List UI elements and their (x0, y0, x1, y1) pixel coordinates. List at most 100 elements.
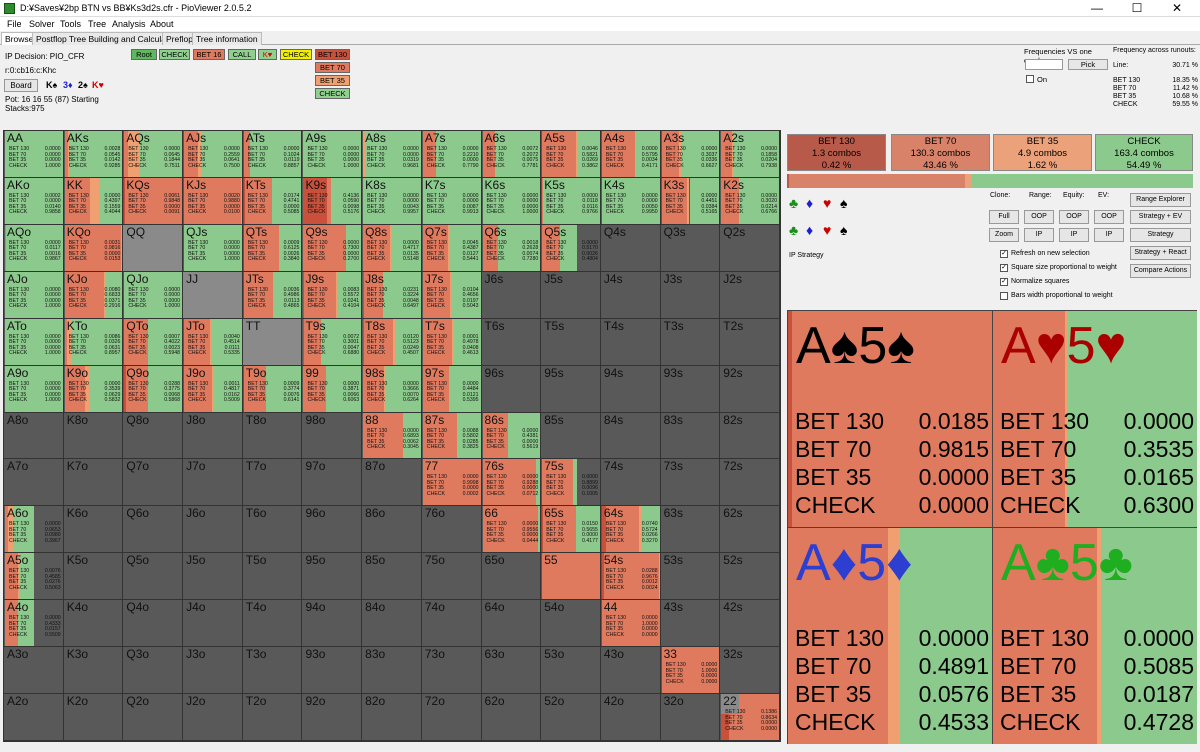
hand-cell-aqs[interactable]: AQs BET 130 0.0000 BET 70 0.0645 BET 35 0.1844… (123, 131, 184, 178)
action-check[interactable]: CHECK (159, 49, 190, 60)
hand-cell-76o[interactable]: 76o (421, 506, 482, 554)
hand-cell-q7s[interactable]: Q7s BET 130 0.0045 BET 70 0.4387 BET 35 0.0127… (421, 224, 482, 272)
hand-cell-98s[interactable]: 98s BET 130 0.0000 BET 70 0.3666 BET 35 0.0070… (362, 365, 422, 413)
club-icon[interactable]: ♣ (789, 196, 798, 210)
hand-cell-86s[interactable]: 86s BET 130 0.0000 BET 70 0.4381 BET 35 0.0000… (481, 412, 542, 460)
combo-panel-0[interactable]: A♠5♠ BET 130 0.0185 BET 70 0.9815 BET 35 0.000… (788, 311, 992, 527)
hand-cell-q6s[interactable]: Q6s BET 130 0.0018 BET 70 0.2628 BET 35 0.0074… (481, 224, 542, 272)
hand-cell-aqo[interactable]: AQo BET 130 0.0000 BET 70 0.0117 BET 35 0.0016… (4, 224, 64, 272)
club-icon[interactable]: ♣ (789, 223, 798, 237)
hand-cell-qjs[interactable]: QJs BET 130 0.0000 BET 70 0.0000 BET 35 0.0000… (183, 224, 243, 272)
hand-cell-jj[interactable]: JJ (183, 271, 243, 319)
hand-cell-kqo[interactable]: KQo BET 130 0.0031 BET 70 0.9816 BET 35 0.0000… (63, 224, 124, 272)
hand-cell-76s[interactable]: 76s BET 130 0.0000 BET 70 0.9288 BET 35 0.0000… (481, 459, 542, 507)
hand-cell-93o[interactable]: 93o (302, 647, 363, 695)
pick-button[interactable]: Pick (1068, 59, 1108, 70)
action-check-current[interactable]: CHECK (280, 49, 312, 60)
hand-cell-k9o[interactable]: K9o BET 130 0.0000 BET 70 0.3539 BET 35 0.0629… (63, 365, 124, 413)
hand-cell-t8s[interactable]: T8s BET 130 0.0120 BET 70 0.5123 BET 35 0.0249… (362, 318, 422, 366)
spade-icon[interactable]: ♠ (840, 223, 847, 237)
hand-cell-75s[interactable]: 75s BET 130 0.0000 BET 70 0.8899 BET 35 0.0096… (541, 459, 601, 507)
hand-cell-ato[interactable]: ATo BET 130 0.0000 BET 70 0.0000 BET 35 0.0000… (4, 318, 64, 366)
hand-cell-q6o[interactable]: Q6o (123, 506, 184, 554)
hand-cell-73s[interactable]: 73s (660, 459, 721, 507)
hand-cell-j7s[interactable]: J7s BET 130 0.0104 BET 70 0.4656 BET 35 0.0197… (421, 271, 482, 319)
hand-cell-95o[interactable]: 95o (302, 553, 363, 601)
heart-icon[interactable]: ♥ (823, 223, 831, 237)
hand-cell-q7o[interactable]: Q7o (123, 459, 184, 507)
hand-cell-q5o[interactable]: Q5o (123, 553, 184, 601)
hand-cell-j5o[interactable]: J5o (183, 553, 243, 601)
hand-cell-53o[interactable]: 53o (541, 647, 601, 695)
hand-cell-a3o[interactable]: A3o (4, 647, 64, 695)
hand-cell-q4o[interactable]: Q4o (123, 600, 184, 648)
ev-ip-button[interactable]: IP (1094, 228, 1124, 242)
hand-cell-t5o[interactable]: T5o (242, 553, 303, 601)
hand-cell-k3s[interactable]: K3s BET 130 0.0000 BET 70 0.4451 BET 35 0.0384… (660, 177, 721, 225)
hand-cell-t9s[interactable]: T9s BET 130 0.0072 BET 70 0.3001 BET 35 0.0047… (302, 318, 363, 366)
hand-cell-j2s[interactable]: J2s (720, 271, 780, 319)
hand-cell-jto[interactable]: JTo BET 130 0.0040 BET 70 0.4514 BET 35 0.0111… (183, 318, 243, 366)
hand-cell-43o[interactable]: 43o (600, 647, 661, 695)
hand-cell-ats[interactable]: ATs BET 130 0.0000 BET 70 0.1024 BET 35 0.0119… (242, 131, 303, 178)
hand-cell-97o[interactable]: 97o (302, 459, 363, 507)
combo-panel-3[interactable]: A♣5♣ BET 130 0.0000 BET 70 0.5085 BET 35 0.018… (993, 528, 1197, 744)
hand-cell-87o[interactable]: 87o (362, 459, 422, 507)
maximize-button[interactable]: ☐ (1117, 0, 1157, 17)
action-root[interactable]: Root (131, 49, 157, 60)
hand-cell-jts[interactable]: JTs BET 130 0.0036 BET 70 0.4986 BET 35 0.0113… (242, 271, 303, 319)
next-bet130[interactable]: BET 130 (315, 49, 350, 60)
hand-cell-66[interactable]: 66 BET 130 0.0000 BET 70 0.9556 BET 35 0.0000 C… (481, 506, 542, 554)
ev-oop-button[interactable]: OOP (1094, 210, 1124, 224)
minimize-button[interactable]: — (1077, 0, 1117, 17)
hand-cell-k2o[interactable]: K2o (63, 694, 124, 741)
square-size-checkbox[interactable]: ✓ (1000, 264, 1008, 272)
hand-cell-t3o[interactable]: T3o (242, 647, 303, 695)
hand-cell-62s[interactable]: 62s (720, 506, 780, 554)
hand-cell-j8o[interactable]: J8o (183, 412, 243, 460)
next-check[interactable]: CHECK (315, 88, 350, 99)
hand-cell-j3o[interactable]: J3o (183, 647, 243, 695)
hand-cell-a4o[interactable]: A4o BET 130 0.0000 BET 70 0.4333 BET 35 0.0157… (4, 600, 64, 648)
hand-cell-t2o[interactable]: T2o (242, 694, 303, 741)
hand-cell-92s[interactable]: 92s (720, 365, 780, 413)
hand-cell-a5o[interactable]: A5o BET 130 0.0076 BET 70 0.4585 BET 35 0.0276… (4, 553, 64, 601)
hand-cell-aks[interactable]: AKs BET 130 0.0028 BET 70 0.0545 BET 35 0.0142… (63, 131, 124, 178)
hand-cell-k8o[interactable]: K8o (63, 412, 124, 460)
hand-cell-64s[interactable]: 64s BET 130 0.0740 BET 70 0.5724 BET 35 0.0266… (600, 506, 661, 554)
menu-about[interactable]: About (150, 19, 174, 29)
hand-cell-t2s[interactable]: T2s (720, 318, 780, 366)
hand-cell-87s[interactable]: 87s BET 130 0.0088 BET 70 0.5802 BET 35 0.0285… (421, 412, 482, 460)
hand-cell-kk[interactable]: KK BET 130 0.0000 BET 70 0.4397 BET 35 0.1559 C… (63, 177, 124, 225)
hand-cell-t9o[interactable]: T9o BET 130 0.0009 BET 70 0.3774 BET 35 0.0076… (242, 365, 303, 413)
hand-cell-72o[interactable]: 72o (421, 694, 482, 741)
hand-cell-74s[interactable]: 74s (600, 459, 661, 507)
hand-cell-tt[interactable]: TT (242, 318, 303, 366)
hand-cell-j2o[interactable]: J2o (183, 694, 243, 741)
hand-cell-qts[interactable]: QTs BET 130 0.0009 BET 70 0.6125 BET 35 0.0026… (242, 224, 303, 272)
hand-cell-95s[interactable]: 95s (541, 365, 601, 413)
diamond-icon[interactable]: ♦ (806, 223, 813, 237)
hand-cell-43s[interactable]: 43s (660, 600, 721, 648)
hand-cell-t8o[interactable]: T8o (242, 412, 303, 460)
hand-cell-a6o[interactable]: A6o BET 130 0.0000 BET 70 0.0653 BET 35 0.0980… (4, 506, 64, 554)
combo-input[interactable] (1025, 59, 1063, 70)
hand-cell-62o[interactable]: 62o (481, 694, 542, 741)
hand-cell-97s[interactable]: 97s BET 130 0.0000 BET 70 0.4484 BET 35 0.0121… (421, 365, 482, 413)
hand-cell-j6s[interactable]: J6s (481, 271, 542, 319)
hand-cell-83o[interactable]: 83o (362, 647, 422, 695)
hand-cell-aa[interactable]: AA BET 130 0.0000 BET 70 0.0000 BET 35 0.0000 C… (4, 131, 64, 178)
hand-cell-84o[interactable]: 84o (362, 600, 422, 648)
hand-cell-a7o[interactable]: A7o (4, 459, 64, 507)
hand-cell-84s[interactable]: 84s (600, 412, 661, 460)
action-call[interactable]: CALL (228, 49, 256, 60)
hand-cell-k6s[interactable]: K6s BET 130 0.0000 BET 70 0.0000 BET 35 0.0000… (481, 177, 542, 225)
hand-cell-22[interactable]: 22 BET 130 0.1386 BET 70 0.8634 BET 35 0.0000 C… (720, 694, 780, 741)
summary-check[interactable]: CHECK 163.4 combos 54.49 % (1095, 134, 1193, 171)
hand-cell-k2s[interactable]: K2s BET 130 0.0000 BET 70 0.3020 BET 35 0.0214… (720, 177, 780, 225)
hand-cell-q8s[interactable]: Q8s BET 130 0.0000 BET 70 0.4717 BET 35 0.0135… (362, 224, 422, 272)
hand-cell-a8s[interactable]: A8s BET 130 0.0000 BET 70 0.0000 BET 35 0.0319… (362, 131, 422, 178)
hand-cell-k7o[interactable]: K7o (63, 459, 124, 507)
spade-icon[interactable]: ♠ (840, 196, 847, 210)
hand-cell-q3s[interactable]: Q3s (660, 224, 721, 272)
